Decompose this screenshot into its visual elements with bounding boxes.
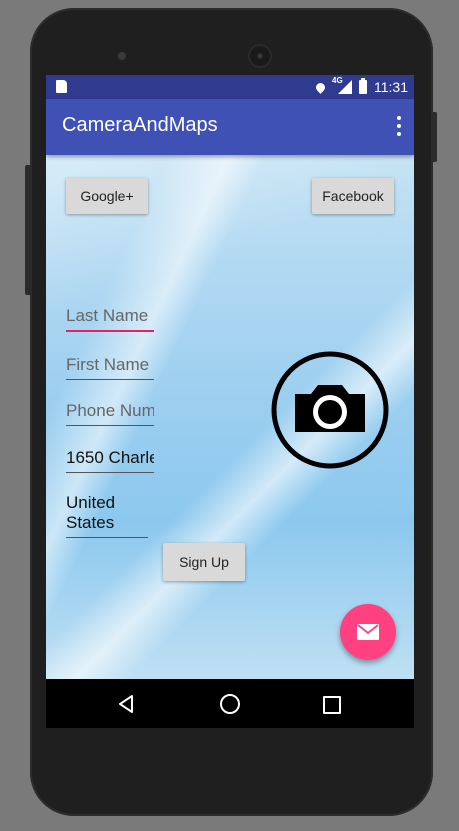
clock: 11:31 [374, 79, 408, 95]
address-underline [66, 472, 154, 473]
status-bar: 4G 11:31 [46, 75, 414, 99]
last-name-placeholder: Last Name [66, 306, 149, 325]
country-field[interactable]: United States [66, 493, 148, 538]
address-field[interactable]: 1650 Charleston [66, 448, 154, 473]
phone-number-field[interactable]: Phone Number [66, 401, 154, 426]
country-underline [66, 537, 148, 538]
earpiece-speaker [250, 46, 270, 66]
main-content: Google+ Facebook Last Name First Name Ph… [46, 155, 414, 679]
sd-card-icon [56, 80, 67, 93]
google-plus-button[interactable]: Google+ [66, 178, 148, 214]
last-name-field[interactable]: Last Name [66, 306, 154, 332]
app-bar: CameraAndMaps [46, 99, 414, 155]
last-name-underline [66, 330, 154, 332]
battery-charging-icon [359, 78, 367, 94]
country-value: United States [66, 493, 116, 532]
location-pin-icon [314, 80, 327, 94]
recents-icon[interactable] [323, 696, 341, 714]
home-icon[interactable] [220, 694, 240, 714]
navigation-bar [46, 679, 414, 728]
power-button [431, 112, 437, 162]
first-name-placeholder: First Name [66, 355, 150, 374]
front-camera [118, 52, 126, 60]
email-fab-button[interactable] [340, 604, 396, 660]
device-screen: 4G 11:31 CameraAndMaps Google+ Facebook … [46, 75, 414, 728]
first-name-field[interactable]: First Name [66, 355, 154, 380]
sign-up-button[interactable]: Sign Up [163, 543, 245, 581]
phone-number-placeholder: Phone Number [66, 401, 154, 420]
camera-icon[interactable] [270, 350, 390, 470]
first-name-underline [66, 379, 154, 380]
facebook-button[interactable]: Facebook [312, 178, 394, 214]
volume-button [25, 165, 31, 295]
app-title: CameraAndMaps [62, 114, 218, 136]
status-icons: 4G 11:31 [314, 76, 408, 96]
back-icon[interactable] [118, 695, 134, 713]
address-value: 1650 Charleston [66, 448, 154, 467]
more-vert-icon[interactable] [396, 116, 402, 136]
signal-icon: 4G [332, 76, 352, 94]
phone-number-underline [66, 425, 154, 426]
email-icon [357, 624, 379, 640]
